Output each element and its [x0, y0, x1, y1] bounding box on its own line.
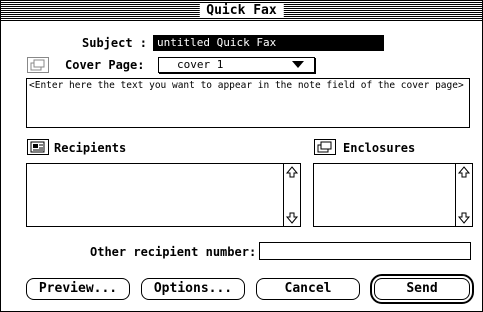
scroll-down-arrow-icon[interactable] [285, 211, 299, 225]
scroll-up-arrow-icon[interactable] [285, 165, 299, 179]
cover-page-selected: cover 1 [177, 58, 224, 71]
preview-button[interactable]: Preview... [26, 278, 130, 300]
scroll-up-arrow-icon[interactable] [457, 165, 471, 179]
options-button[interactable]: Options... [141, 278, 245, 300]
recipients-list[interactable] [26, 163, 301, 227]
title-bar[interactable]: Quick Fax [1, 1, 482, 21]
enclosures-scrollbar[interactable] [455, 164, 472, 226]
send-button[interactable]: Send [370, 274, 474, 304]
document-icon [317, 141, 332, 153]
recipients-label: Recipients [54, 141, 127, 155]
recipients-button[interactable] [27, 139, 49, 155]
cover-page-popup[interactable]: cover 1 [158, 57, 315, 73]
cover-page-label: Cover Page: [65, 58, 145, 72]
chevron-down-icon [292, 61, 304, 68]
recipients-scrollbar[interactable] [283, 164, 300, 226]
quick-fax-dialog: Quick Fax Subject : untitled Quick Fax C… [0, 0, 483, 312]
subject-field[interactable]: untitled Quick Fax [153, 35, 384, 51]
cancel-button[interactable]: Cancel [256, 278, 360, 300]
window-title: Quick Fax [199, 3, 284, 18]
cover-page-icon [30, 59, 45, 71]
enclosures-label: Enclosures [343, 141, 416, 155]
cover-note-textarea[interactable]: <Enter here the text you want to appear … [26, 78, 470, 128]
address-book-icon [30, 141, 45, 153]
other-recipient-label: Other recipient number: [90, 245, 257, 259]
scroll-down-arrow-icon[interactable] [457, 211, 471, 225]
other-recipient-field[interactable] [259, 242, 471, 260]
subject-label: Subject : [82, 36, 148, 50]
enclosures-button[interactable] [314, 139, 336, 155]
cover-page-button[interactable] [27, 57, 49, 73]
enclosures-list[interactable] [313, 163, 473, 227]
